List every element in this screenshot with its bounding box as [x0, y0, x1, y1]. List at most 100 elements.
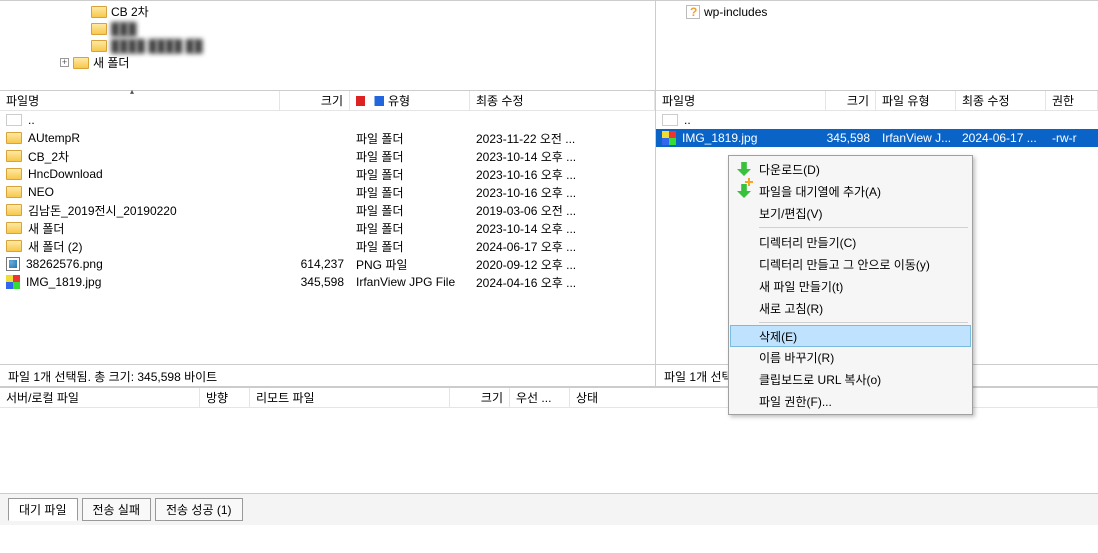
file-type: IrfanView J...: [876, 131, 956, 145]
file-name: NEO: [28, 185, 54, 199]
col-mod[interactable]: 최종 수정: [470, 91, 655, 110]
tab-fail[interactable]: 전송 실패: [82, 498, 152, 521]
ctx-rename[interactable]: 이름 바꾸기(R): [731, 346, 970, 368]
th-dir[interactable]: 방향: [200, 388, 250, 407]
ctx-mkfile[interactable]: 새 파일 만들기(t): [731, 275, 970, 297]
ctx-refresh[interactable]: 새로 고침(R): [731, 297, 970, 319]
folder-icon: [6, 240, 22, 252]
file-type: 파일 폴더: [350, 166, 470, 183]
local-pane: CB 2차 ███ ████ ████ ██ + 새 폴더 파일명▴ 크기 유형 …: [0, 1, 656, 386]
file-size: 345,598: [826, 131, 876, 145]
folder-icon: [91, 6, 107, 18]
file-name: IMG_1819.jpg: [26, 275, 101, 289]
folder-icon: [6, 222, 22, 234]
col-name[interactable]: 파일명▴: [0, 91, 280, 110]
flag-icon: [356, 96, 384, 106]
file-row[interactable]: IMG_1819.jpg 345,598IrfanView J...2024-06…: [656, 129, 1098, 147]
file-name: 김남돈_2019전시_20190220: [28, 202, 177, 219]
file-name: AUtempR: [28, 131, 80, 145]
tab-queue[interactable]: 대기 파일: [8, 498, 78, 521]
plus-icon: [745, 178, 753, 186]
ctx-mkdir-cd[interactable]: 디렉터리 만들고 그 안으로 이동(y): [731, 253, 970, 275]
question-icon: [686, 5, 700, 19]
file-row[interactable]: ..: [0, 111, 655, 129]
file-type: 파일 폴더: [350, 238, 470, 255]
tree-label[interactable]: wp-includes: [704, 5, 767, 19]
ctx-view-edit[interactable]: 보기/편집(V): [731, 202, 970, 224]
file-mod: 2024-04-16 오후 ...: [470, 274, 655, 291]
transfer-list[interactable]: [0, 408, 1098, 493]
ctx-mkdir[interactable]: 디렉터리 만들기(C): [731, 231, 970, 253]
ctx-download[interactable]: 다운로드(D): [731, 158, 970, 180]
file-name: HncDownload: [28, 167, 103, 181]
th-remote[interactable]: 리모트 파일: [250, 388, 450, 407]
file-perm: -rw-r: [1046, 131, 1098, 145]
remote-folder-tree[interactable]: wp-includes: [656, 1, 1098, 91]
file-type: 파일 폴더: [350, 148, 470, 165]
local-folder-tree[interactable]: CB 2차 ███ ████ ████ ██ + 새 폴더: [0, 1, 655, 91]
remote-header: 파일명 크기 파일 유형 최종 수정 권한: [656, 91, 1098, 111]
th-size[interactable]: 크기: [450, 388, 510, 407]
file-type: 파일 폴더: [350, 130, 470, 147]
file-name: 새 폴더 (2): [28, 238, 82, 255]
col-name[interactable]: 파일명: [656, 91, 826, 110]
file-name: CB_2차: [28, 148, 69, 165]
folder-icon: [91, 23, 107, 35]
file-row[interactable]: ..: [656, 111, 1098, 129]
file-row[interactable]: 김남돈_2019전시_20190220 파일 폴더2019-03-06 오전 ..…: [0, 201, 655, 219]
local-status: 파일 1개 선택됨. 총 크기: 345,598 바이트: [0, 364, 655, 386]
file-mod: 2019-03-06 오전 ...: [470, 202, 655, 219]
col-size[interactable]: 크기: [826, 91, 876, 110]
file-name: 38262576.png: [26, 257, 103, 271]
col-type[interactable]: 파일 유형: [876, 91, 956, 110]
ctx-add-queue[interactable]: 파일을 대기열에 추가(A): [731, 180, 970, 202]
file-row[interactable]: HncDownload파일 폴더2023-10-16 오후 ...: [0, 165, 655, 183]
context-menu: 다운로드(D) 파일을 대기열에 추가(A) 보기/편집(V) 디렉터리 만들기…: [728, 155, 973, 415]
col-size[interactable]: 크기: [280, 91, 350, 110]
th-server[interactable]: 서버/로컬 파일: [0, 388, 200, 407]
tree-label[interactable]: ███: [111, 22, 137, 36]
ctx-permissions[interactable]: 파일 권한(F)...: [731, 390, 970, 412]
file-row[interactable]: 새 폴더파일 폴더2023-10-14 오후 ...: [0, 219, 655, 237]
col-mod[interactable]: 최종 수정: [956, 91, 1046, 110]
file-mod: 2024-06-17 ...: [956, 131, 1046, 145]
expand-icon[interactable]: +: [60, 58, 69, 67]
folder-icon: [91, 40, 107, 52]
file-mod: 2024-06-17 오후 ...: [470, 238, 655, 255]
file-row[interactable]: 새 폴더 (2) 파일 폴더2024-06-17 오후 ...: [0, 237, 655, 255]
file-name: IMG_1819.jpg: [682, 131, 757, 145]
local-file-list[interactable]: ..AUtempR파일 폴더2023-11-22 오전 ...CB_2차파일 폴…: [0, 111, 655, 364]
up-icon: [6, 114, 22, 126]
ctx-copy-url[interactable]: 클립보드로 URL 복사(o): [731, 368, 970, 390]
file-mod: 2023-10-14 오후 ...: [470, 220, 655, 237]
folder-icon: [6, 204, 22, 216]
file-type: 파일 폴더: [350, 202, 470, 219]
file-row[interactable]: AUtempR파일 폴더2023-11-22 오전 ...: [0, 129, 655, 147]
folder-icon: [6, 168, 22, 180]
folder-icon: [6, 150, 22, 162]
transfer-tabs: 대기 파일 전송 실패 전송 성공 (1): [0, 493, 1098, 525]
file-size: 345,598: [280, 275, 350, 289]
file-size: 614,237: [280, 257, 350, 271]
tab-ok[interactable]: 전송 성공 (1): [155, 498, 243, 521]
file-row[interactable]: CB_2차파일 폴더2023-10-14 오후 ...: [0, 147, 655, 165]
tree-label[interactable]: CB 2차: [111, 3, 149, 20]
file-name: ..: [28, 113, 35, 127]
file-name: ..: [684, 113, 691, 127]
col-type[interactable]: 유형: [350, 91, 470, 110]
png-icon: [6, 257, 20, 271]
folder-icon: [6, 186, 22, 198]
file-row[interactable]: NEO파일 폴더2023-10-16 오후 ...: [0, 183, 655, 201]
ctx-delete[interactable]: 삭제(E): [730, 325, 971, 347]
file-type: 파일 폴더: [350, 184, 470, 201]
tree-label[interactable]: 새 폴더: [93, 54, 129, 71]
jpg-icon: [6, 275, 20, 289]
th-prio[interactable]: 우선 ...: [510, 388, 570, 407]
file-name: 새 폴더: [28, 220, 64, 237]
download-icon: [737, 162, 751, 176]
file-row[interactable]: IMG_1819.jpg345,598IrfanView JPG File202…: [0, 273, 655, 291]
file-row[interactable]: 38262576.png614,237PNG 파일2020-09-12 오후 .…: [0, 255, 655, 273]
tree-label[interactable]: ████ ████ ██: [111, 39, 203, 53]
local-header: 파일명▴ 크기 유형 최종 수정: [0, 91, 655, 111]
col-perm[interactable]: 권한: [1046, 91, 1098, 110]
